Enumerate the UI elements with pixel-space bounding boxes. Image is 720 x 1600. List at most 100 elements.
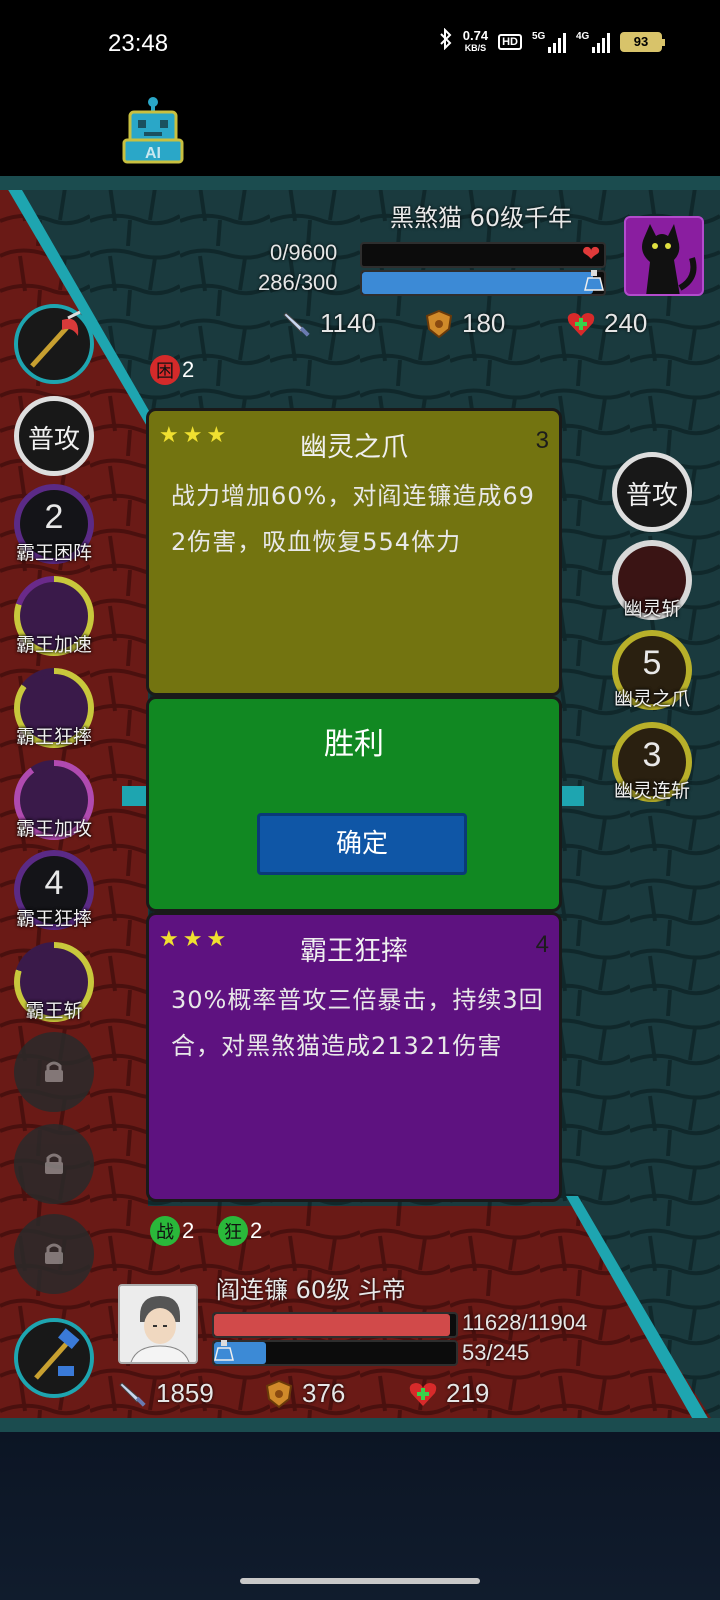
bottom-area (0, 1432, 720, 1600)
sword-icon (119, 1381, 146, 1407)
status-bar: 23:48 0.74 KB/S HD 5G 4G 93 (0, 0, 720, 90)
potion-icon (214, 1340, 234, 1362)
home-indicator[interactable] (240, 1578, 480, 1584)
player-avatar[interactable] (118, 1284, 198, 1364)
skill-ghost-claw[interactable]: 5 幽灵之爪 (612, 630, 692, 710)
player-heal-stat: 219 (408, 1378, 489, 1409)
enemy-status-count: 2 (182, 357, 195, 382)
heal-heart-icon (409, 1382, 437, 1406)
skill-label: 幽灵之爪 (613, 688, 690, 710)
player-status-count: 2 (250, 1218, 263, 1243)
battery-icon: 93 (620, 31, 665, 52)
enemy-attack-value: 1140 (320, 308, 376, 338)
left-basic-attack-button[interactable]: 普攻 (14, 396, 94, 476)
left-basic-attack-label: 普攻 (27, 425, 80, 455)
enemy-status-badge: 困 2 (150, 355, 194, 385)
skill-label: 霸王困阵 (15, 542, 92, 564)
player-hp-fill (214, 1314, 451, 1336)
right-basic-attack-button[interactable]: 普攻 (612, 452, 692, 532)
card-description: 30%概率普攻三倍暴击，持续3回合，对黑煞猫造成21321伤害 (171, 986, 544, 1060)
skill-label: 幽灵连斩 (613, 780, 690, 802)
enemy-mp-bar (360, 270, 606, 296)
hd-badge: HD (498, 33, 522, 50)
player-status-badge: 狂 2 (218, 1216, 262, 1246)
scythe-icon (30, 310, 81, 368)
player-attack-stat: 1859 (118, 1378, 214, 1409)
trap-status-icon: 困 (150, 355, 180, 385)
skill-trap-formation[interactable]: 2 霸王困阵 (14, 484, 94, 564)
player-attack-value: 1859 (156, 1378, 214, 1408)
skill-slash[interactable]: 霸王斩 (14, 942, 94, 1022)
player-status-badge: 战 2 (150, 1216, 194, 1246)
player-status-count: 2 (182, 1218, 195, 1243)
player-skill-card: ★★★ 霸王狂摔 4 30%概率普攻三倍暴击，持续3回合，对黑煞猫造成21321… (146, 912, 562, 1202)
signal-4g-label: 4G (576, 30, 590, 42)
skill-ghost-slash[interactable]: 幽灵斩 (612, 540, 692, 620)
battle-status-icon: 战 (150, 1216, 180, 1246)
skill-slam[interactable]: 霸王狂摔 (14, 668, 94, 748)
skill-label: 霸王加速 (15, 634, 92, 656)
enemy-defense-stat: 180 (424, 308, 505, 339)
enemy-avatar[interactable] (624, 216, 704, 296)
enemy-heal-stat: 240 (566, 308, 647, 339)
skill-cooldown: 5 (642, 644, 662, 682)
skill-speedup[interactable]: 霸王加速 (14, 576, 94, 656)
enemy-name: 黑煞猫 60级千年 (390, 204, 573, 232)
robot-icon: AI (122, 97, 184, 164)
skill-attack-up[interactable]: 霸王加攻 (14, 760, 94, 840)
top-bar (0, 90, 720, 176)
net-speed-value: 0.74 (462, 27, 489, 43)
sword-icon (283, 311, 310, 337)
player-mp-text: 53/245 (462, 1340, 530, 1365)
enemy-mp-text: 286/300 (258, 270, 338, 295)
rage-status-icon: 狂 (218, 1216, 248, 1246)
player-defense-stat: 376 (264, 1378, 345, 1409)
signal-5g-label: 5G (532, 30, 546, 42)
clock: 23:48 (108, 30, 169, 57)
victory-title: 胜利 (324, 727, 384, 762)
shield-icon (265, 1379, 293, 1408)
player-heal-value: 219 (446, 1378, 490, 1408)
combat-marker (560, 786, 584, 806)
lock-icon (45, 1061, 63, 1082)
lock-icon (45, 1243, 63, 1264)
skill-ghost-combo[interactable]: 3 幽灵连斩 (612, 722, 692, 802)
combat-marker (122, 786, 148, 806)
right-basic-attack-label: 普攻 (625, 481, 678, 511)
skill-label: 霸王斩 (25, 1000, 83, 1022)
enemy-heal-value: 240 (604, 308, 648, 338)
card-level: 4 (535, 931, 549, 958)
card-level: 3 (535, 427, 549, 454)
player-equipment-button[interactable] (14, 1318, 94, 1398)
skill-cooldown: 4 (44, 864, 64, 902)
shield-icon (425, 309, 453, 338)
locked-skill-slot[interactable] (14, 1032, 94, 1112)
locked-skill-slot[interactable] (14, 1124, 94, 1204)
net-speed: 0.74 KB/S (462, 27, 489, 54)
enemy-hp-text: 0/9600 (270, 240, 338, 265)
signal-icon: 5G (532, 31, 566, 53)
locked-skill-slot[interactable] (14, 1214, 94, 1294)
ai-robot-button[interactable]: AI (120, 96, 186, 166)
heal-heart-icon (567, 312, 595, 336)
confirm-button[interactable]: 确定 (257, 813, 467, 875)
skill-label: 幽灵斩 (623, 598, 681, 620)
enemy-mp-fill (362, 272, 593, 294)
bluetooth-icon (439, 27, 453, 55)
weapon-icon (34, 1328, 80, 1380)
enemy-attack-stat: 1140 (282, 308, 376, 339)
net-speed-unit: KB/S (464, 42, 487, 53)
player-mp-bar (212, 1340, 458, 1366)
enemy-skill-card: ★★★ 幽灵之爪 3 战力增加60%，对阎连镰造成692伤害，吸血恢复554体力 (146, 408, 562, 696)
skill-slam-cooldown[interactable]: 4 霸王狂摔 (14, 850, 94, 930)
player-weapon-button[interactable] (14, 304, 94, 384)
skill-label: 霸王狂摔 (15, 726, 92, 748)
heart-icon: ❤ (582, 242, 601, 267)
black-cat-icon (642, 224, 697, 294)
enemy-defense-value: 180 (462, 308, 506, 338)
enemy-hp-bar (360, 242, 606, 268)
skill-label: 霸王狂摔 (15, 908, 92, 930)
status-icons: 0.74 KB/S HD 5G 4G 93 (439, 27, 665, 55)
player-hp-text: 11628/11904 (462, 1310, 588, 1335)
lock-icon (45, 1153, 63, 1174)
